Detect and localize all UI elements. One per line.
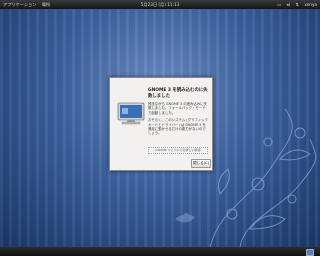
dialog-message: 残念ながら GNOME 3 の読み込みに失敗しました。フォールバック・モードで起… [148,102,208,139]
bottom-panel [0,247,320,256]
workspace-switcher[interactable] [306,249,314,256]
network-icon[interactable]: ⇅ [296,2,300,7]
top-panel: アプリケーション 場所 5月23日 (月) 11:13 ▭ ◂) ⇅ xenya [0,0,320,9]
clock[interactable]: 5月23日 (月) 11:13 [0,0,320,9]
monitor-icon[interactable]: ▭ [277,2,281,7]
dialog-paragraph-1: 残念ながら GNOME 3 の読み込みに失敗しました。フォールバック・モードで起… [148,102,207,115]
gnome-fallback-dialog: GNOME 3 を読み込むのに失敗しました 残念ながら GNOME 3 の読み込… [109,77,213,171]
top-panel-status: ▭ ◂) ⇅ xenya [273,0,317,9]
close-button[interactable]: 閉じる(C) [191,159,211,168]
user-menu[interactable]: xenya [304,2,317,7]
dialog-title: GNOME 3 を読み込むのに失敗しました [148,88,208,99]
computer-monitor-icon [117,102,145,125]
more-info-link[interactable]: GNOME 3 についての詳しい情報 [148,147,208,154]
dialog-paragraph-2: おそらく、このシステム (グラフィックカードとドライバー) は GNOME 3 … [148,118,208,136]
volume-icon[interactable]: ◂) [286,2,290,7]
